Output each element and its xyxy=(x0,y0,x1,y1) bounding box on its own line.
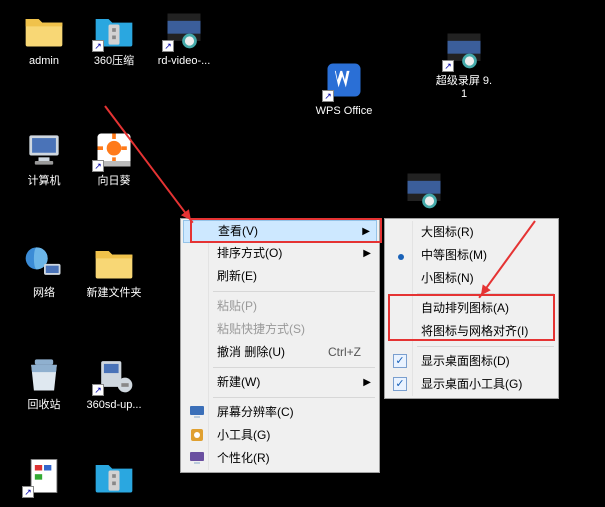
context-menu-item[interactable]: 个性化(R) xyxy=(183,447,377,470)
menu-item-label: 自动排列图标(A) xyxy=(421,301,509,315)
desktop-icon-label: 回收站 xyxy=(14,399,74,412)
view-submenu-item[interactable]: ✓ 显示桌面图标(D) xyxy=(387,350,556,373)
network-icon xyxy=(22,240,66,284)
menu-item-label: 粘贴(P) xyxy=(217,299,257,313)
submenu-arrow-icon: ▶ xyxy=(363,371,371,394)
video-icon: ↗ xyxy=(442,28,486,72)
shortcut-overlay-icon: ↗ xyxy=(162,40,174,52)
checkbox-icon: ✓ xyxy=(393,377,407,391)
folder-icon xyxy=(22,8,66,52)
context-menu-item[interactable]: 屏幕分辨率(C) xyxy=(183,401,377,424)
desktop-icon-label: admin xyxy=(14,55,74,68)
menu-item-label: 查看(V) xyxy=(218,224,258,238)
menu-separator xyxy=(213,367,375,368)
shortcut-overlay-icon: ↗ xyxy=(92,40,104,52)
computer-icon xyxy=(22,128,66,172)
doc-icon: ↗ xyxy=(22,454,66,498)
setup-icon: ↗ xyxy=(92,352,136,396)
zip-icon: ↗ xyxy=(92,8,136,52)
video-icon: ↗ xyxy=(162,8,206,52)
desktop-icon-recorder[interactable]: ↗ 超级录屏 9.1 xyxy=(434,28,494,101)
menu-separator xyxy=(213,291,375,292)
context-menu-item[interactable]: 小工具(G) xyxy=(183,424,377,447)
menu-item-label: 显示桌面图标(D) xyxy=(421,354,510,368)
radio-dot-icon xyxy=(393,244,409,267)
view-submenu: 大图标(R) 中等图标(M) 小图标(N) 自动排列图标(A) 将图标与网格对齐(I) ✓… xyxy=(384,218,559,399)
menu-item-label: 新建(W) xyxy=(217,375,260,389)
menu-item-label: 将图标与网格对齐(I) xyxy=(421,324,528,338)
submenu-arrow-icon: ▶ xyxy=(363,242,371,265)
desktop-icon-label: 向日葵 xyxy=(84,175,144,188)
gadget-icon xyxy=(189,427,205,443)
video-icon xyxy=(402,168,446,212)
display-icon xyxy=(189,404,205,420)
menu-item-shortcut: Ctrl+Z xyxy=(328,341,361,364)
context-menu-item: 粘贴快捷方式(S) xyxy=(183,318,377,341)
desktop-icon-label: WPS Office xyxy=(314,105,374,118)
recycle-icon xyxy=(22,352,66,396)
menu-item-label: 小工具(G) xyxy=(217,428,270,442)
shortcut-overlay-icon: ↗ xyxy=(442,60,454,72)
desktop-context-menu: 查看(V) ▶ 排序方式(O) ▶ 刷新(E) 粘贴(P) 粘贴快捷方式(S) 撤消 删除(U… xyxy=(180,218,380,473)
personal-icon xyxy=(189,450,205,466)
desktop-icon-360zip[interactable]: ↗ 360压缩 xyxy=(84,8,144,68)
desktop-icon-label: 超级录屏 9.1 xyxy=(434,75,494,101)
desktop-icon-label: 360压缩 xyxy=(84,55,144,68)
desktop-icon-unknown[interactable]: ↗ xyxy=(14,454,74,501)
menu-item-label: 小图标(N) xyxy=(421,271,474,285)
desktop-icon-computer[interactable]: 计算机 xyxy=(14,128,74,188)
desktop-icon-admin[interactable]: admin xyxy=(14,8,74,68)
context-menu-item[interactable]: 撤消 删除(U) Ctrl+Z xyxy=(183,341,377,364)
desktop-icon-360sd[interactable]: ↗ 360sd-up... xyxy=(84,352,144,412)
desktop-icon-zip2[interactable] xyxy=(84,454,144,501)
sun-icon: ↗ xyxy=(92,128,136,172)
context-menu-item[interactable]: 新建(W) ▶ xyxy=(183,371,377,394)
desktop-icon-clapper[interactable] xyxy=(394,168,454,215)
checkbox-icon: ✓ xyxy=(393,354,407,368)
desktop-icon-rdvideo[interactable]: ↗ rd-video-... xyxy=(154,8,214,68)
shortcut-overlay-icon: ↗ xyxy=(322,90,334,102)
view-submenu-item[interactable]: 自动排列图标(A) xyxy=(387,297,556,320)
menu-item-label: 中等图标(M) xyxy=(421,248,487,262)
context-menu-item: 粘贴(P) xyxy=(183,295,377,318)
menu-item-label: 显示桌面小工具(G) xyxy=(421,377,522,391)
view-submenu-item[interactable]: 将图标与网格对齐(I) xyxy=(387,320,556,343)
desktop-icon-label: 网络 xyxy=(14,287,74,300)
wps-icon: ↗ xyxy=(322,58,366,102)
shortcut-overlay-icon: ↗ xyxy=(92,160,104,172)
menu-item-label: 刷新(E) xyxy=(217,269,257,283)
folder-icon xyxy=(92,240,136,284)
menu-item-label: 大图标(R) xyxy=(421,225,474,239)
desktop-icon-newfolder[interactable]: 新建文件夹 xyxy=(84,240,144,300)
desktop-icon-sunflower[interactable]: ↗ 向日葵 xyxy=(84,128,144,188)
context-menu-item[interactable]: 查看(V) ▶ xyxy=(183,220,377,243)
desktop-icon-label: rd-video-... xyxy=(154,55,214,68)
shortcut-overlay-icon: ↗ xyxy=(92,384,104,396)
menu-item-label: 粘贴快捷方式(S) xyxy=(217,322,305,336)
desktop-icon-recycle[interactable]: 回收站 xyxy=(14,352,74,412)
menu-item-label: 撤消 删除(U) xyxy=(217,345,285,359)
desktop-icon-network[interactable]: 网络 xyxy=(14,240,74,300)
desktop-icon-label: 计算机 xyxy=(14,175,74,188)
menu-separator xyxy=(417,346,554,347)
menu-item-label: 屏幕分辨率(C) xyxy=(217,405,294,419)
view-submenu-item[interactable]: 小图标(N) xyxy=(387,267,556,290)
context-menu-item[interactable]: 排序方式(O) ▶ xyxy=(183,242,377,265)
desktop-icon-label: 新建文件夹 xyxy=(84,287,144,300)
menu-separator xyxy=(213,397,375,398)
submenu-arrow-icon: ▶ xyxy=(362,221,370,242)
menu-item-label: 个性化(R) xyxy=(217,451,270,465)
menu-item-label: 排序方式(O) xyxy=(217,246,282,260)
view-submenu-item[interactable]: 中等图标(M) xyxy=(387,244,556,267)
desktop-icon-wps[interactable]: ↗ WPS Office xyxy=(314,58,374,118)
zip-icon xyxy=(92,454,136,498)
context-menu-item[interactable]: 刷新(E) xyxy=(183,265,377,288)
desktop-icon-label: 360sd-up... xyxy=(84,399,144,412)
shortcut-overlay-icon: ↗ xyxy=(22,486,34,498)
view-submenu-item[interactable]: ✓ 显示桌面小工具(G) xyxy=(387,373,556,396)
